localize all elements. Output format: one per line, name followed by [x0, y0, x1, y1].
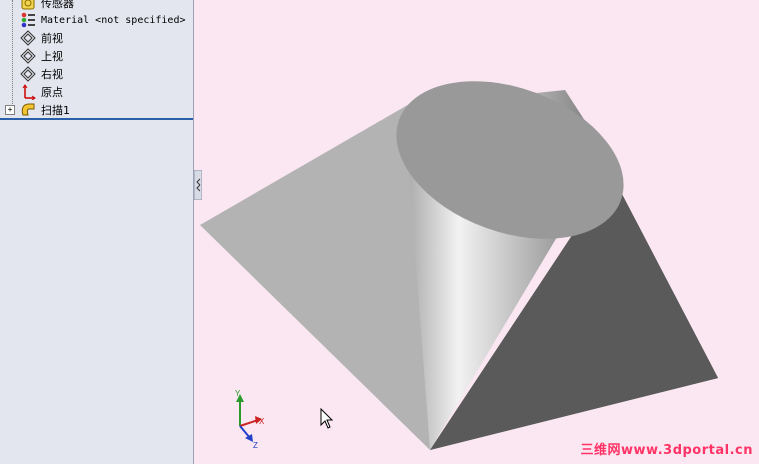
origin-icon — [20, 84, 36, 101]
triad-y-label: Y — [235, 390, 241, 398]
tree-item-label: 右视 — [41, 68, 63, 81]
tree-item-label: 上视 — [41, 50, 63, 63]
rollback-bar[interactable] — [0, 118, 193, 120]
material-icon — [20, 12, 36, 28]
sweep-icon — [20, 102, 36, 118]
expand-toggle-icon[interactable]: + — [5, 105, 15, 115]
tree-item-label: Material <not specified> — [41, 14, 186, 26]
tree-connector-line — [12, 0, 14, 110]
mouse-pointer-icon — [320, 408, 334, 429]
triad-x-axis — [239, 419, 259, 427]
tree-item-label: 原点 — [41, 86, 63, 99]
sensor-icon — [20, 0, 36, 11]
tree-item-label: 扫描1 — [41, 104, 70, 117]
triad-z-label: Z — [253, 441, 258, 450]
watermark-text: 三维网www.3dportal.cn — [580, 443, 753, 458]
tree-item-material[interactable]: Material <not specified> — [20, 11, 186, 29]
tree-item-label: 传感器 — [41, 0, 74, 10]
feature-manager-panel: 传感器 Material <not specified> 前视 上视 右视 原点… — [0, 0, 194, 464]
feature-tree: 传感器 Material <not specified> 前视 上视 右视 原点… — [0, 0, 193, 119]
plane-icon — [20, 30, 36, 46]
reference-triad: Y X Z — [235, 390, 265, 450]
plane-icon — [20, 48, 36, 64]
tree-item-origin[interactable]: 原点 — [20, 83, 63, 101]
triad-x-label: X — [259, 417, 265, 426]
tree-item-right-plane[interactable]: 右视 — [20, 65, 63, 83]
loft-solid — [200, 81, 718, 450]
tree-item-front-plane[interactable]: 前视 — [20, 29, 63, 47]
plane-icon — [20, 66, 36, 82]
tree-item-label: 前视 — [41, 32, 63, 45]
graphics-viewport[interactable] — [195, 0, 759, 464]
tree-item-top-plane[interactable]: 上视 — [20, 47, 63, 65]
tree-item-sweep1[interactable]: 扫描1 — [20, 101, 70, 119]
